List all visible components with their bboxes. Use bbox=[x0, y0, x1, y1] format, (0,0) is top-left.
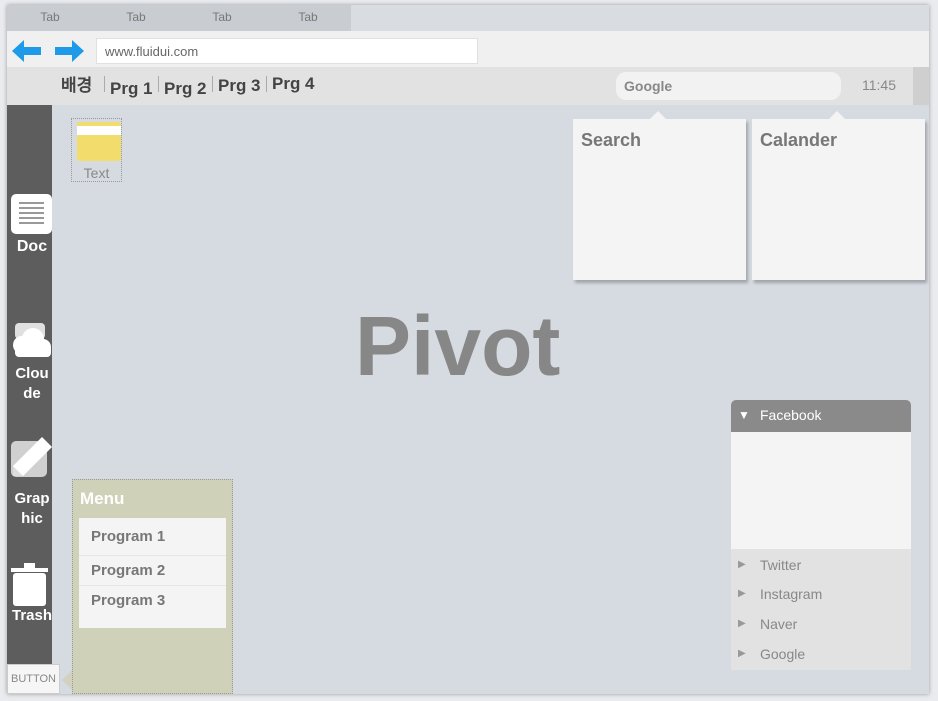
scrollbar[interactable] bbox=[913, 67, 929, 105]
facebook-label: Facebook bbox=[760, 407, 822, 423]
social-item-label: Google bbox=[760, 646, 806, 662]
program-bar: 배경 Prg 1 Prg 2 Prg 3 Prg 4 Google 11:45 bbox=[7, 67, 929, 105]
social-item-instagram[interactable]: ▶ Instagram bbox=[731, 579, 911, 608]
pencil-icon bbox=[11, 437, 52, 477]
collapse-triangle-icon: ▼ bbox=[738, 408, 750, 422]
separator bbox=[266, 76, 267, 92]
url-field[interactable]: www.fluidui.com bbox=[96, 38, 478, 64]
tab-2[interactable]: Tab bbox=[93, 5, 179, 31]
widget-pointer bbox=[649, 111, 667, 120]
social-item-label: Naver bbox=[760, 616, 798, 632]
dock: Doc Clou de Grap hic Trash bbox=[7, 105, 52, 694]
address-bar: www.fluidui.com bbox=[7, 31, 929, 67]
document-icon bbox=[11, 194, 52, 234]
widget-pointer bbox=[828, 111, 846, 120]
facebook-header[interactable]: ▼ Facebook bbox=[731, 400, 911, 432]
tab-3[interactable]: Tab bbox=[179, 5, 265, 31]
social-item-label: Instagram bbox=[760, 586, 823, 602]
program-1[interactable]: Prg 1 bbox=[110, 79, 153, 99]
back-arrow-icon[interactable] bbox=[12, 39, 42, 63]
expand-triangle-icon: ▶ bbox=[738, 648, 746, 659]
menu-title: Menu bbox=[80, 489, 125, 508]
browser-window: Tab Tab Tab Tab www.fluidui.com 배경 Prg 1… bbox=[7, 5, 929, 694]
program-background[interactable]: 배경 bbox=[61, 76, 92, 96]
google-search-box[interactable]: Google bbox=[616, 72, 841, 100]
program-4[interactable]: Prg 4 bbox=[272, 74, 315, 94]
menu-item-program-3[interactable]: Program 3 bbox=[79, 585, 226, 615]
tab-4[interactable]: Tab bbox=[265, 5, 351, 31]
menu-item-program-2[interactable]: Program 2 bbox=[79, 555, 226, 585]
trash-icon bbox=[11, 563, 48, 606]
button-pointer bbox=[62, 670, 72, 690]
tab-1[interactable]: Tab bbox=[7, 5, 93, 31]
calendar-widget[interactable]: Calander bbox=[752, 111, 925, 280]
program-3[interactable]: Prg 3 bbox=[218, 76, 261, 96]
social-list: ▶ Twitter ▶ Instagram ▶ Naver ▶ Google bbox=[731, 549, 911, 670]
expand-triangle-icon: ▶ bbox=[738, 618, 746, 629]
dock-label-doc: Doc bbox=[16, 238, 48, 255]
program-2[interactable]: Prg 2 bbox=[164, 79, 207, 99]
forward-arrow-icon[interactable] bbox=[55, 39, 85, 63]
tab-bar: Tab Tab Tab Tab bbox=[7, 5, 929, 31]
desktop-file-text[interactable]: Text bbox=[71, 118, 122, 182]
social-item-google[interactable]: ▶ Google bbox=[731, 639, 911, 668]
search-widget-title: Search bbox=[581, 130, 642, 150]
dock-label-trash: Trash bbox=[11, 607, 53, 624]
expand-triangle-icon: ▶ bbox=[738, 559, 746, 570]
social-item-twitter[interactable]: ▶ Twitter bbox=[731, 550, 911, 579]
clock: 11:45 bbox=[862, 77, 896, 93]
pivot-title: Pivot bbox=[355, 299, 561, 393]
cloud-icon bbox=[13, 323, 51, 357]
separator bbox=[104, 76, 105, 92]
menu-list: Program 1 Program 2 Program 3 bbox=[79, 518, 226, 628]
program-menu: Menu Program 1 Program 2 Program 3 bbox=[72, 479, 233, 694]
social-item-label: Twitter bbox=[760, 557, 802, 573]
dock-label-cloud: Clou de bbox=[15, 365, 49, 402]
separator bbox=[158, 76, 159, 92]
dock-label-graphic: Grap hic bbox=[14, 490, 50, 527]
desktop-file-label: Text bbox=[83, 165, 110, 181]
calendar-widget-title: Calander bbox=[760, 130, 838, 150]
search-widget[interactable]: Search bbox=[573, 111, 746, 280]
social-panel: ▼ Facebook ▶ Twitter ▶ Instagram ▶ Naver… bbox=[731, 400, 911, 670]
menu-item-program-1[interactable]: Program 1 bbox=[79, 522, 226, 552]
expand-triangle-icon: ▶ bbox=[738, 588, 746, 599]
folder-icon bbox=[77, 122, 121, 161]
social-item-naver[interactable]: ▶ Naver bbox=[731, 609, 911, 638]
menu-button[interactable]: BUTTON bbox=[7, 664, 60, 694]
separator bbox=[212, 76, 213, 92]
facebook-content bbox=[731, 432, 911, 549]
